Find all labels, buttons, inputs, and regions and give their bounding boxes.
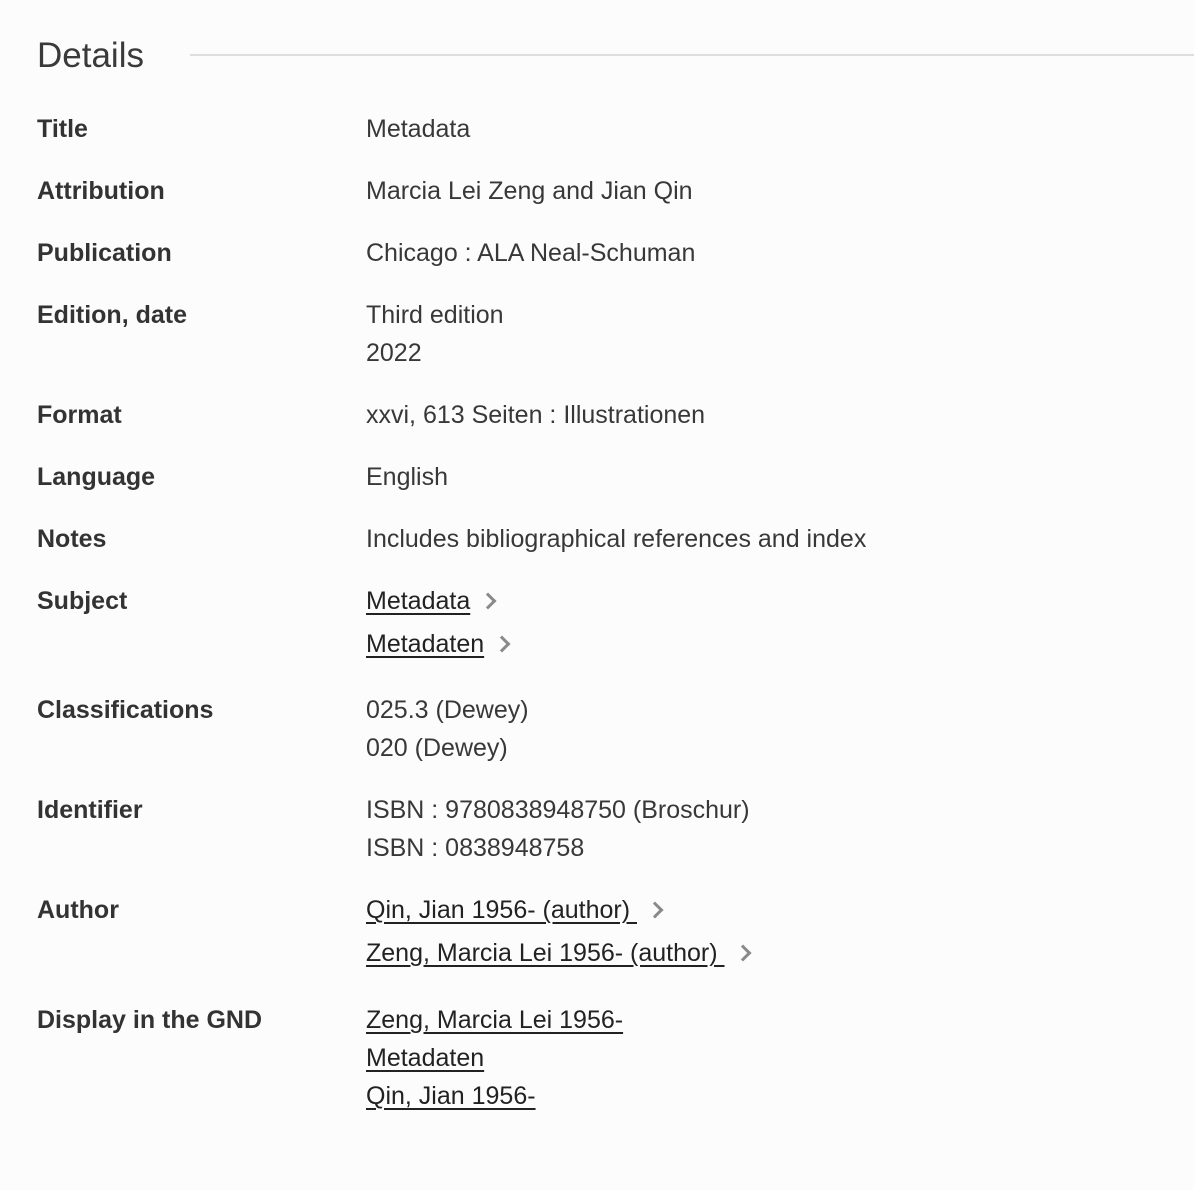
gnd-link[interactable]: Qin, Jian 1956- bbox=[366, 1082, 536, 1110]
field-label: Title bbox=[37, 115, 88, 143]
heading-divider bbox=[190, 54, 1194, 56]
field-attribution: Attribution Marcia Lei Zeng and Jian Qin bbox=[37, 172, 1194, 210]
field-value: ISBN : 9780838948750 (Broschur) bbox=[366, 796, 750, 824]
gnd-link[interactable]: Zeng, Marcia Lei 1956- bbox=[366, 1006, 623, 1034]
field-publication: Publication Chicago : ALA Neal-Schuman bbox=[37, 234, 1194, 272]
field-label: Edition, date bbox=[37, 301, 187, 329]
author-link[interactable]: Qin, Jian 1956- (author) bbox=[366, 896, 637, 924]
field-value: Includes bibliographical references and … bbox=[366, 525, 867, 553]
field-value: Chicago : ALA Neal-Schuman bbox=[366, 239, 696, 267]
chevron-right-icon[interactable] bbox=[646, 901, 664, 919]
chevron-right-icon[interactable] bbox=[479, 592, 497, 610]
field-identifier: Identifier ISBN : 9780838948750 (Broschu… bbox=[37, 791, 1194, 867]
field-value: Marcia Lei Zeng and Jian Qin bbox=[366, 177, 693, 205]
field-language: Language English bbox=[37, 458, 1194, 496]
field-value: Third edition bbox=[366, 301, 504, 329]
field-author: Author Qin, Jian 1956- (author) Zeng, Ma… bbox=[37, 891, 1194, 975]
section-heading: Details bbox=[37, 36, 144, 75]
chevron-right-icon[interactable] bbox=[734, 944, 752, 962]
subject-link-item[interactable]: Metadata bbox=[366, 580, 1194, 623]
field-classifications: Classifications 025.3 (Dewey) 020 (Dewey… bbox=[37, 691, 1194, 767]
field-title: Title Metadata bbox=[37, 110, 1194, 148]
field-label: Classifications bbox=[37, 696, 214, 724]
details-header: Details bbox=[37, 32, 1194, 80]
subject-link[interactable]: Metadata bbox=[366, 587, 470, 615]
field-label: Notes bbox=[37, 525, 107, 553]
field-value: ISBN : 0838948758 bbox=[366, 834, 585, 862]
field-format: Format xxvi, 613 Seiten : Illustrationen bbox=[37, 396, 1194, 434]
field-display-in-gnd: Display in the GND Zeng, Marcia Lei 1956… bbox=[37, 1001, 1194, 1115]
field-edition-date: Edition, date Third edition 2022 bbox=[37, 296, 1194, 372]
field-value: 025.3 (Dewey) bbox=[366, 696, 529, 724]
field-value: Metadata bbox=[366, 115, 471, 143]
field-label: Publication bbox=[37, 239, 172, 267]
field-value: 020 (Dewey) bbox=[366, 734, 508, 762]
subject-link[interactable]: Metadaten bbox=[366, 630, 484, 658]
field-label: Attribution bbox=[37, 177, 165, 205]
author-link[interactable]: Zeng, Marcia Lei 1956- (author) bbox=[366, 939, 725, 967]
author-link-item[interactable]: Zeng, Marcia Lei 1956- (author) bbox=[366, 932, 1194, 975]
author-link-item[interactable]: Qin, Jian 1956- (author) bbox=[366, 889, 1194, 932]
field-label: Subject bbox=[37, 587, 128, 615]
field-label: Display in the GND bbox=[37, 1006, 263, 1034]
chevron-right-icon[interactable] bbox=[493, 635, 511, 653]
field-notes: Notes Includes bibliographical reference… bbox=[37, 520, 1194, 558]
field-subject: Subject Metadata Metadaten bbox=[37, 582, 1194, 666]
field-label: Language bbox=[37, 463, 156, 491]
field-label: Author bbox=[37, 896, 119, 924]
gnd-link[interactable]: Metadaten bbox=[366, 1044, 484, 1072]
field-label: Identifier bbox=[37, 796, 143, 824]
field-label: Format bbox=[37, 401, 122, 429]
field-value: xxvi, 613 Seiten : Illustrationen bbox=[366, 401, 706, 429]
field-value: 2022 bbox=[366, 339, 422, 367]
field-value: English bbox=[366, 463, 448, 491]
subject-link-item[interactable]: Metadaten bbox=[366, 623, 1194, 666]
